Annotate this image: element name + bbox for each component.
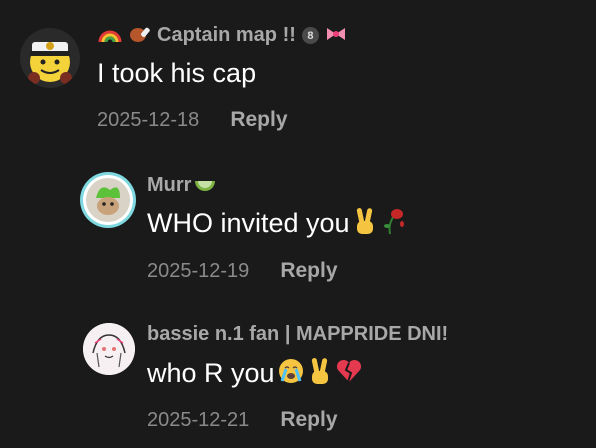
reply-button[interactable]: Reply: [280, 259, 337, 283]
comment-meta: 2025-12-19 Reply: [147, 259, 338, 283]
comment-date: 2025-12-18: [97, 108, 200, 131]
rainbow-icon: [97, 24, 123, 47]
comment-text: I took his cap: [97, 58, 256, 89]
avatar[interactable]: [20, 28, 80, 88]
comment-3: bassie n.1 fan | MAPPRIDE DNI! who R you: [0, 300, 596, 448]
comment-text: who R you: [147, 356, 363, 391]
green-ring-avatar-icon: [83, 175, 133, 225]
ribbon-icon: [325, 25, 347, 46]
broken-heart-icon: [335, 358, 363, 389]
comment-text: WHO invited you: [147, 206, 406, 241]
sketch-avatar-icon: [83, 323, 135, 375]
captain-emoji-avatar-icon: [28, 42, 72, 84]
comments-panel: Captain map !! 8 I took his cap 2025-12-…: [0, 0, 596, 448]
meat-on-bone-icon: [129, 23, 151, 48]
username[interactable]: Captain map !! 8: [97, 23, 347, 48]
comment-meta: 2025-12-21 Reply: [147, 408, 338, 432]
lime-icon: [193, 175, 217, 196]
username[interactable]: bassie n.1 fan | MAPPRIDE DNI!: [147, 323, 448, 346]
wilted-rose-icon: [380, 206, 406, 241]
username[interactable]: Murr: [147, 174, 217, 197]
avatar[interactable]: [80, 172, 136, 228]
8-ball-icon: 8: [301, 27, 319, 44]
comment-date: 2025-12-21: [147, 408, 250, 431]
comment-1: Captain map !! 8 I took his cap 2025-12-…: [0, 0, 596, 150]
comment-2: Murr WHO invited you 2025-12-19 Reply: [0, 150, 596, 300]
reply-button[interactable]: Reply: [230, 108, 287, 132]
loudly-crying-face-icon: [277, 357, 305, 390]
victory-hand-icon: [352, 206, 378, 241]
username-text: Murr: [147, 174, 192, 196]
username-text: bassie n.1 fan | MAPPRIDE DNI!: [147, 323, 449, 345]
username-text: Captain map !!: [157, 24, 296, 46]
avatar[interactable]: [83, 323, 135, 375]
comment-date: 2025-12-19: [147, 259, 250, 282]
comment-text-content: WHO invited you: [147, 208, 350, 238]
reply-button[interactable]: Reply: [280, 408, 337, 432]
comment-text-content: who R you: [147, 358, 275, 388]
victory-hand-icon: [307, 356, 333, 391]
comment-meta: 2025-12-18 Reply: [97, 108, 288, 132]
comment-text-content: I took his cap: [97, 58, 257, 88]
